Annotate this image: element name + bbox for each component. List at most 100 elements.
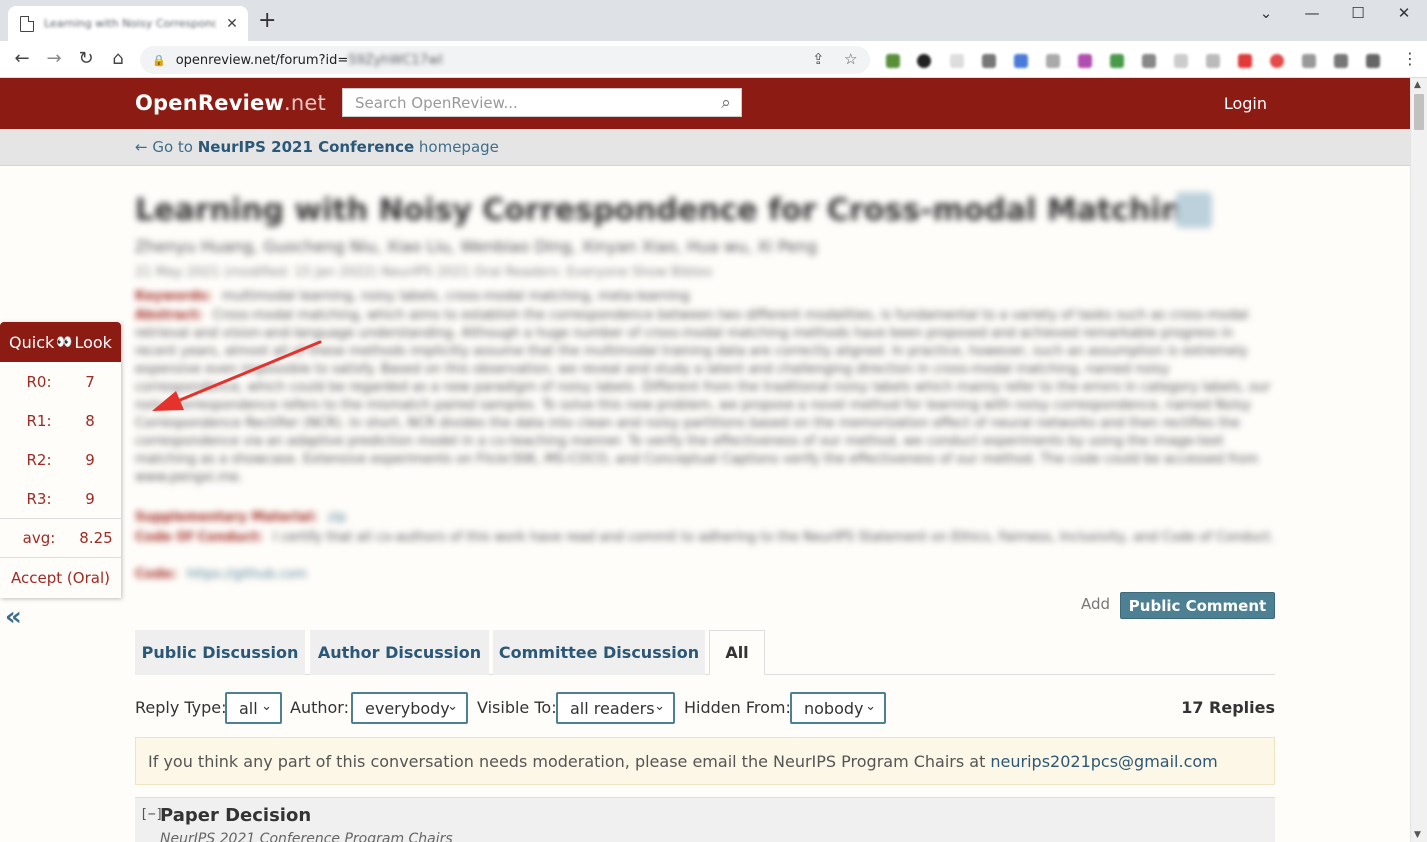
- chevron-down-icon: ⌄: [865, 699, 876, 714]
- extension-icon[interactable]: [1270, 54, 1284, 68]
- extension-icon[interactable]: [1014, 54, 1028, 68]
- url-text: openreview.net/forum?id=: [175, 52, 349, 68]
- extension-icon[interactable]: [1238, 54, 1252, 68]
- tab-author-discussion[interactable]: Author Discussion: [310, 630, 489, 675]
- coc-label: Code Of Conduct:: [135, 530, 263, 545]
- decision-title[interactable]: Paper Decision: [160, 805, 311, 826]
- rating-value: 9: [85, 450, 95, 469]
- close-window-button[interactable]: ✕: [1381, 4, 1427, 22]
- extension-icon[interactable]: [1142, 54, 1156, 68]
- public-comment-button[interactable]: Public Comment: [1120, 592, 1275, 619]
- tab-committee-discussion[interactable]: Committee Discussion: [493, 630, 705, 675]
- home-icon[interactable]: ⌂: [106, 48, 130, 70]
- new-tab-button[interactable]: +: [258, 10, 276, 32]
- brand-suffix: .net: [284, 91, 326, 115]
- scroll-up-icon[interactable]: ▲: [1414, 80, 1421, 90]
- code-field: Code: https://github.com: [135, 567, 307, 582]
- reload-icon[interactable]: ↻: [74, 48, 98, 70]
- pdf-icon[interactable]: [1176, 192, 1212, 228]
- reply-type-select[interactable]: all ⌄: [225, 692, 282, 724]
- tab-all[interactable]: All: [709, 630, 765, 675]
- eyes-icon: 👀: [56, 334, 73, 350]
- decision-badge: Accept (Oral): [0, 557, 121, 597]
- hidden-from-label: Hidden From:: [684, 698, 791, 717]
- minimize-button[interactable]: —: [1289, 4, 1335, 22]
- site-header: OpenReview.net Search OpenReview... ⌕ Lo…: [0, 78, 1410, 129]
- forward-arrow-icon[interactable]: →: [42, 48, 66, 70]
- tab-public-discussion[interactable]: Public Discussion: [135, 630, 305, 675]
- rating-row: R1: 8: [0, 401, 121, 440]
- extension-icon[interactable]: [1206, 54, 1220, 68]
- rating-row: R3: 9: [0, 479, 121, 518]
- visible-to-label: Visible To:: [477, 698, 557, 717]
- code-link[interactable]: https://github.com: [187, 567, 307, 582]
- quick-look-title-right: Look: [74, 332, 112, 352]
- venue-suffix: homepage: [414, 138, 499, 156]
- supplementary-link[interactable]: zip: [328, 510, 347, 525]
- author-select[interactable]: everybody ⌄: [351, 692, 468, 724]
- visible-to-select[interactable]: all readers ⌄: [556, 692, 675, 724]
- pc-email-link[interactable]: neurips2021pcs@gmail.com: [990, 752, 1217, 771]
- page-icon: [20, 15, 34, 32]
- browser-tab[interactable]: Learning with Noisy Correspondence for C…: [8, 6, 248, 41]
- login-link[interactable]: Login: [1224, 94, 1267, 113]
- add-label: Add: [1081, 595, 1111, 613]
- keywords-label: Keywords:: [135, 289, 212, 304]
- rating-label: R2:: [26, 450, 52, 469]
- abstract-value: Cross-modal matching, which aims to esta…: [135, 308, 1271, 485]
- extension-icon[interactable]: [1334, 54, 1348, 68]
- author-value: everybody: [365, 698, 450, 718]
- maximize-button[interactable]: ☐: [1335, 4, 1381, 22]
- visible-to-value: all readers: [570, 698, 655, 718]
- search-icon[interactable]: ⌕: [711, 93, 741, 113]
- hidden-from-value: nobody: [804, 698, 864, 718]
- page-scrollbar[interactable]: ▲ ▼: [1410, 78, 1427, 842]
- keywords-value: multimodal learning, noisy labels, cross…: [221, 289, 690, 304]
- hidden-from-select[interactable]: nobody ⌄: [790, 692, 886, 724]
- extension-icon[interactable]: [1110, 54, 1124, 68]
- left-arrow-icon: ←: [135, 138, 153, 156]
- paper-title: Learning with Noisy Correspondence for C…: [135, 193, 1204, 228]
- brand-name: OpenReview: [135, 91, 285, 115]
- tab-close-icon[interactable]: ✕: [224, 16, 240, 32]
- share-icon[interactable]: ⇪: [812, 50, 825, 68]
- puzzle-icon[interactable]: [1366, 54, 1380, 68]
- venue-name: NeurIPS 2021 Conference: [197, 138, 415, 156]
- author-label: Author:: [290, 698, 349, 717]
- extension-icon[interactable]: [982, 54, 996, 68]
- search-input[interactable]: Search OpenReview... ⌕: [342, 88, 742, 117]
- scrollbar-thumb[interactable]: [1414, 94, 1424, 130]
- paper-authors[interactable]: Zhenyu Huang, Guocheng Niu, Xiao Liu, We…: [135, 237, 817, 256]
- chevron-down-icon[interactable]: ⌄: [1243, 4, 1289, 22]
- extension-icon[interactable]: [1174, 54, 1188, 68]
- collapse-sidebar-icon[interactable]: «: [5, 602, 22, 632]
- rating-value: 8: [85, 411, 95, 430]
- quick-look-title-left: Quick: [9, 332, 55, 352]
- extension-icon[interactable]: [1078, 54, 1092, 68]
- menu-kebab-icon[interactable]: ⋮: [1398, 48, 1422, 70]
- keywords-field: Keywords: multimodal learning, noisy labe…: [135, 289, 690, 304]
- bookmark-star-icon[interactable]: ☆: [844, 50, 857, 68]
- abstract-label: Abstract:: [135, 308, 203, 323]
- address-bar[interactable]: 🔒 openreview.net/forum?id= S9ZyhWC17wI ⇪…: [140, 46, 870, 74]
- scroll-down-icon[interactable]: ▼: [1414, 830, 1421, 840]
- site-logo[interactable]: OpenReview.net: [135, 91, 326, 115]
- quick-look-header: Quick 👀 Look: [0, 322, 121, 362]
- average-label: avg:: [22, 529, 56, 547]
- abstract-field: Abstract: Cross-modal matching, which aim…: [135, 307, 1275, 487]
- lock-icon[interactable]: 🔒: [152, 54, 166, 67]
- extension-icon[interactable]: [917, 54, 931, 68]
- quick-look-panel: Quick 👀 Look R0: 7 R1: 8 R2: 9 R3: 9 avg…: [0, 322, 121, 598]
- reply-type-value: all: [239, 698, 258, 718]
- chevron-down-icon: ⌄: [654, 699, 665, 714]
- venue-bar: ← Go to NeurIPS 2021 Conference homepage: [0, 129, 1410, 166]
- extension-icon[interactable]: [886, 54, 900, 68]
- extension-icon[interactable]: [1302, 54, 1316, 68]
- extension-icon[interactable]: [1046, 54, 1060, 68]
- back-arrow-icon[interactable]: ←: [10, 48, 34, 70]
- extension-icon[interactable]: [950, 54, 964, 68]
- url-id: S9ZyhWC17wI: [348, 52, 443, 68]
- venue-homepage-link[interactable]: ← Go to NeurIPS 2021 Conference homepage: [135, 138, 499, 156]
- rating-row: R2: 9: [0, 440, 121, 479]
- rating-label: R3:: [26, 489, 52, 508]
